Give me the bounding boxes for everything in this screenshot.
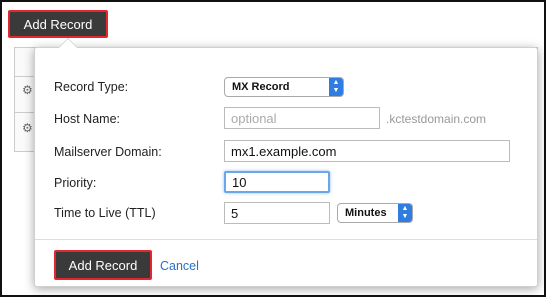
host-name-suffix: .kctestdomain.com (386, 112, 487, 126)
record-type-value: MX Record (232, 81, 290, 93)
host-name-input[interactable]: optional (224, 107, 380, 129)
mailserver-domain-label: Mailserver Domain: (54, 145, 162, 159)
priority-label: Priority: (54, 176, 97, 190)
ttl-input[interactable]: 5 (224, 202, 330, 224)
record-type-label: Record Type: (54, 80, 129, 94)
submit-add-record-button[interactable]: Add Record (54, 250, 152, 280)
dialog-frame: Add Record ⚙ ⚙ Record Type: MX Record ▲ ▼… (0, 0, 546, 297)
host-name-label: Host Name: (54, 112, 120, 126)
add-record-popover: Record Type: MX Record ▲ ▼ Host Name: opt… (34, 38, 538, 287)
mailserver-domain-input[interactable]: mx1.example.com (224, 140, 510, 162)
gear-icon[interactable]: ⚙ (22, 84, 34, 96)
priority-input[interactable]: 10 (224, 171, 330, 193)
select-arrows-icon: ▲ ▼ (398, 204, 412, 222)
cancel-link[interactable]: Cancel (160, 259, 199, 273)
gear-icon[interactable]: ⚙ (22, 122, 34, 134)
ttl-label: Time to Live (TTL) (54, 206, 156, 220)
select-arrows-icon: ▲ ▼ (329, 78, 343, 96)
footer-divider (35, 239, 537, 240)
ttl-unit-value: Minutes (345, 207, 387, 219)
ttl-unit-select[interactable]: Minutes ▲ ▼ (337, 203, 413, 223)
record-type-select[interactable]: MX Record ▲ ▼ (224, 77, 344, 97)
add-record-button[interactable]: Add Record (8, 10, 108, 38)
